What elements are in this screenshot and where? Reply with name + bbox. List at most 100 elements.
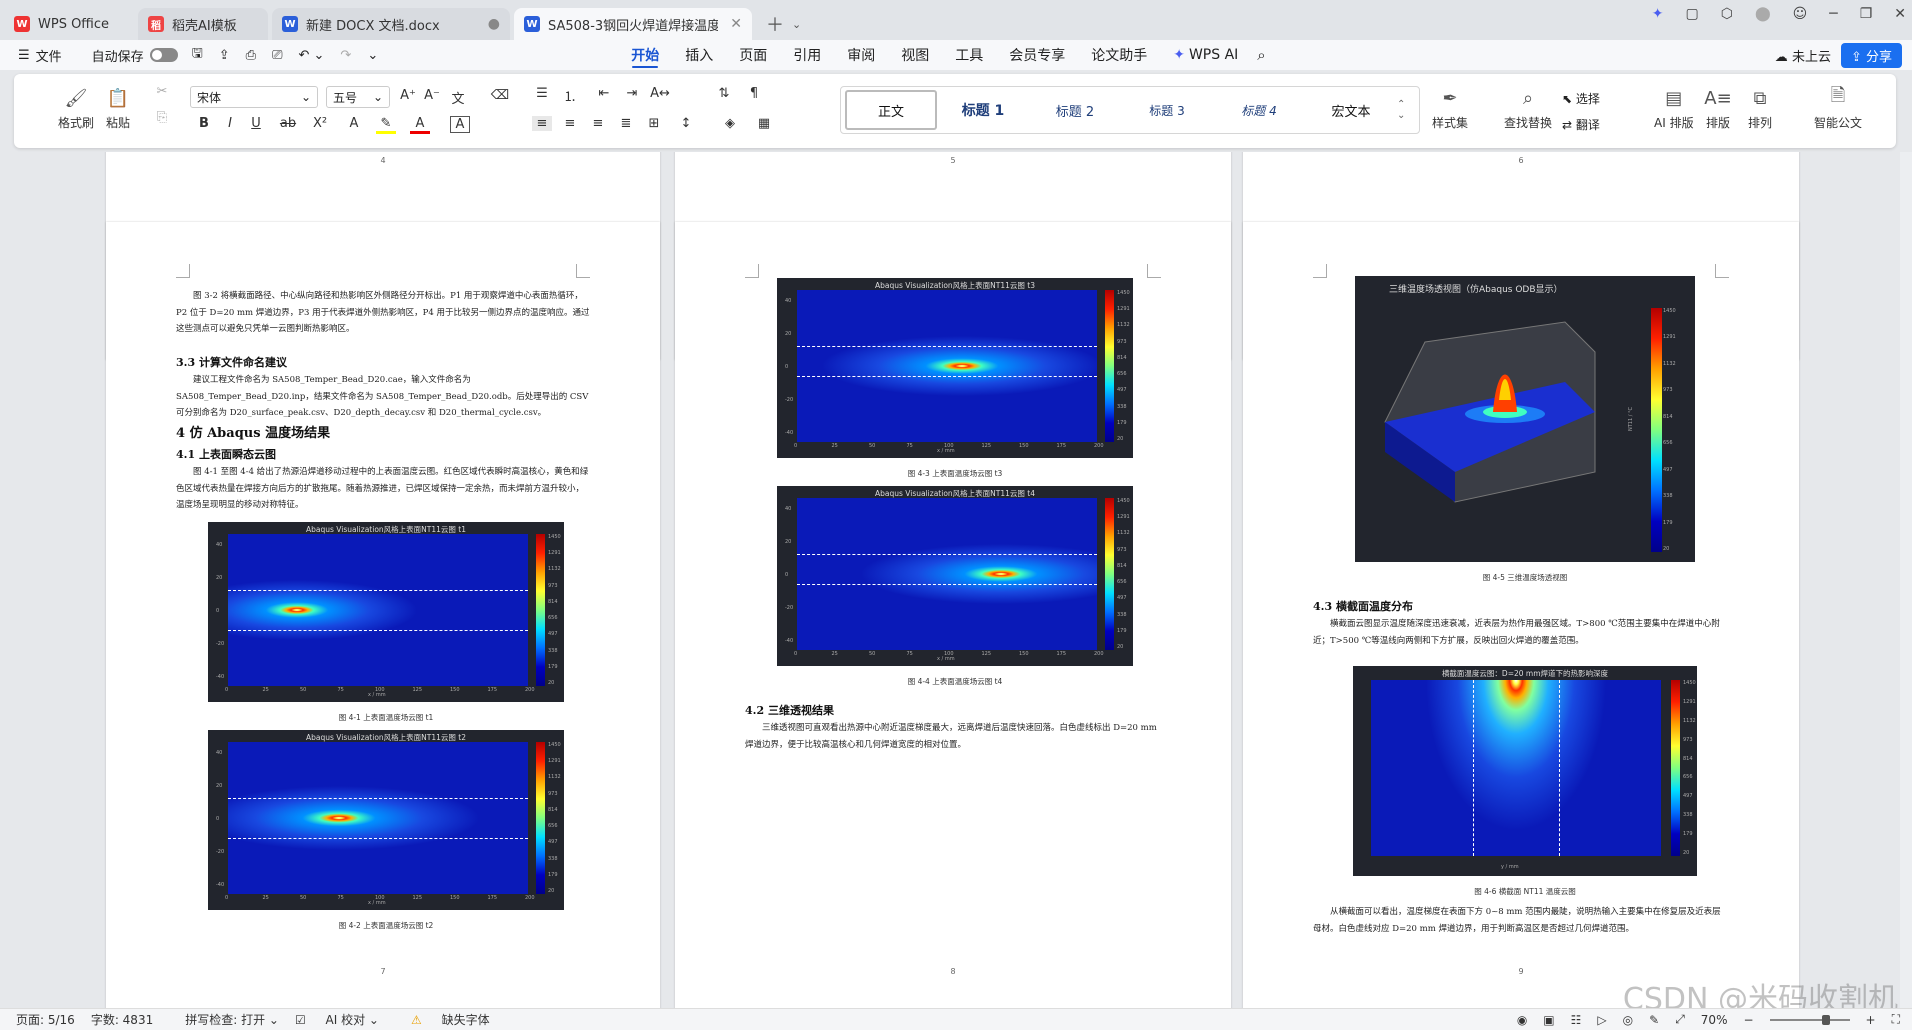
strikethrough-icon[interactable]: ab bbox=[278, 116, 298, 131]
show-marks-icon[interactable]: ¶ bbox=[744, 86, 764, 101]
layout-button[interactable]: A≡ 排版 bbox=[1704, 86, 1731, 131]
missing-font[interactable]: ⚠ 缺失字体 bbox=[395, 1011, 490, 1028]
paste-button[interactable]: 📋 粘贴 bbox=[106, 86, 130, 131]
close-icon[interactable]: ✕ bbox=[1894, 6, 1906, 22]
align-left-icon[interactable]: ≡ bbox=[532, 116, 552, 131]
tab-page[interactable]: 页面 bbox=[726, 40, 780, 70]
style-heading1[interactable]: 标题 1 bbox=[937, 90, 1029, 130]
tab-review[interactable]: 审阅 bbox=[834, 40, 888, 70]
new-tab-button[interactable]: ＋ ⌄ bbox=[756, 8, 811, 40]
zoom-slider[interactable] bbox=[1769, 1014, 1850, 1025]
minimize-icon[interactable]: ─ bbox=[1829, 6, 1837, 22]
superscript-icon[interactable]: X² bbox=[310, 116, 330, 131]
indent-icon[interactable]: ⇥ bbox=[622, 86, 642, 101]
cloud-status[interactable]: ☁ 未上云 bbox=[1775, 46, 1831, 65]
fit-icon[interactable]: ⤢ bbox=[1675, 1012, 1685, 1027]
cube-icon[interactable]: ⬡ bbox=[1721, 6, 1733, 22]
ai-layout-button[interactable]: ▤ AI 排版 bbox=[1654, 86, 1694, 131]
autosave-toggle[interactable] bbox=[149, 48, 178, 62]
tab-tools[interactable]: 工具 bbox=[942, 40, 996, 70]
tab-paper-assistant[interactable]: 论文助手 bbox=[1078, 40, 1160, 70]
copy-icon[interactable]: ⎘ bbox=[152, 110, 172, 125]
settings-icon[interactable]: ⬤ bbox=[1755, 6, 1771, 22]
hamburger-menu-icon[interactable]: ☰ bbox=[18, 48, 30, 63]
font-size-select[interactable]: 五号 ⌄ bbox=[326, 86, 390, 108]
style-set-button[interactable]: ✒ 样式集 bbox=[1432, 86, 1468, 131]
style-normal[interactable]: 正文 bbox=[845, 90, 937, 130]
play-icon[interactable]: ▷ bbox=[1597, 1013, 1606, 1027]
cut-icon[interactable]: ✂ bbox=[152, 84, 172, 99]
style-heading3[interactable]: 标题 3 bbox=[1121, 90, 1213, 130]
pinyin-icon[interactable]: 文 bbox=[448, 88, 468, 107]
tab-sa508-doc[interactable]: W SA508-3钢回火焊道焊接温度 ✕ bbox=[514, 8, 752, 40]
tab-wps-ai[interactable]: ✦ WPS AI bbox=[1160, 40, 1251, 70]
close-tab-icon[interactable]: ● bbox=[488, 16, 500, 32]
text-effect-icon[interactable]: A bbox=[344, 116, 364, 131]
shrink-font-icon[interactable]: A⁻ bbox=[422, 88, 442, 103]
avatar[interactable]: ☺ bbox=[1793, 6, 1808, 22]
bullet-list-icon[interactable]: ☰ bbox=[532, 86, 552, 101]
page-indicator[interactable]: 页面: 5/16 bbox=[16, 1011, 75, 1028]
ai-proofread[interactable]: ☑ AI 校对 ⌄ bbox=[295, 1011, 379, 1028]
shading-icon[interactable]: ◈ bbox=[720, 116, 740, 131]
spell-check[interactable]: 拼写检查: 打开 ⌄ bbox=[169, 1011, 279, 1028]
numbered-list-icon[interactable]: ⒈ bbox=[560, 86, 580, 105]
tab-member[interactable]: 会员专享 bbox=[996, 40, 1078, 70]
word-count[interactable]: 字数: 4831 bbox=[91, 1011, 153, 1028]
underline-icon[interactable]: U bbox=[246, 116, 266, 131]
wps-ai-icon[interactable]: ✦ bbox=[1652, 6, 1664, 22]
file-menu[interactable]: 文件 bbox=[36, 46, 62, 65]
fullscreen-icon[interactable]: ⛶ bbox=[1892, 1012, 1900, 1027]
translate-button[interactable]: ⇄ 翻译 bbox=[1562, 116, 1600, 133]
gallery-scroll-icon[interactable]: ⌃ ⌄ bbox=[1397, 99, 1405, 121]
restore-icon[interactable]: ❐ bbox=[1860, 6, 1873, 22]
bold-icon[interactable]: B bbox=[194, 116, 214, 131]
format-brush-button[interactable]: 🖌 格式刷 bbox=[58, 86, 94, 131]
zoom-out-icon[interactable]: − bbox=[1743, 1013, 1753, 1027]
web-view-icon[interactable]: ◎ bbox=[1623, 1013, 1633, 1027]
smart-doc-button[interactable]: 🗎 智能公文 bbox=[1814, 85, 1862, 131]
distribute-icon[interactable]: ⊞ bbox=[644, 116, 664, 131]
outline-view-icon[interactable]: ☷ bbox=[1571, 1013, 1582, 1027]
undo-icon[interactable]: ↶ ⌄ bbox=[298, 48, 324, 63]
justify-icon[interactable]: ≣ bbox=[616, 116, 636, 131]
style-heading2[interactable]: 标题 2 bbox=[1029, 90, 1121, 130]
zoom-level[interactable]: 70% bbox=[1701, 1013, 1728, 1027]
tab-wps-office[interactable]: W WPS Office bbox=[4, 8, 134, 40]
pen-icon[interactable]: ✎ bbox=[1649, 1013, 1659, 1027]
close-tab-icon[interactable]: ✕ bbox=[730, 16, 742, 32]
align-center-icon[interactable]: ≡ bbox=[560, 116, 580, 131]
redo-icon[interactable]: ↷ bbox=[340, 48, 351, 63]
clear-format-icon[interactable]: ⌫ bbox=[490, 88, 510, 103]
tab-references[interactable]: 引用 bbox=[780, 40, 834, 70]
grow-font-icon[interactable]: A⁺ bbox=[398, 88, 418, 103]
print-icon[interactable]: ⎙ bbox=[246, 48, 256, 63]
more-icon[interactable]: ⌄ bbox=[367, 48, 378, 63]
char-border-icon[interactable]: A bbox=[450, 116, 470, 133]
arrange-button[interactable]: ⧉ 排列 bbox=[1748, 86, 1772, 131]
highlight-icon[interactable]: ✎ bbox=[376, 116, 396, 134]
export-icon[interactable]: ⇪ bbox=[219, 48, 230, 63]
document-canvas[interactable]: 4 5 6 图 3-2 将横截面路径、中心纵向路径和热影响区外侧路径分开标出。P… bbox=[0, 152, 1900, 1008]
vertical-scrollbar[interactable] bbox=[1900, 152, 1912, 1008]
tab-new-docx[interactable]: W 新建 DOCX 文档.docx ● bbox=[272, 8, 510, 40]
select-button[interactable]: ⬉ 选择 bbox=[1562, 90, 1600, 107]
tab-insert[interactable]: 插入 bbox=[672, 40, 726, 70]
save-icon[interactable]: 🖫 bbox=[192, 44, 203, 66]
share-button[interactable]: ⇪ 分享 bbox=[1840, 42, 1902, 68]
line-spacing-icon[interactable]: ↕ bbox=[676, 116, 696, 131]
italic-icon[interactable]: I bbox=[220, 116, 240, 131]
layout-icon[interactable]: ▢ bbox=[1686, 6, 1699, 22]
preview-icon[interactable]: ⎚ bbox=[272, 48, 282, 63]
style-heading4[interactable]: 标题 4 bbox=[1213, 90, 1305, 130]
zoom-in-icon[interactable]: + bbox=[1866, 1013, 1876, 1027]
border-icon[interactable]: ▦ bbox=[754, 116, 774, 131]
style-macro-text[interactable]: 宏文本 bbox=[1305, 90, 1397, 130]
align-right-icon[interactable]: ≡ bbox=[588, 116, 608, 131]
page-view-icon[interactable]: ▣ bbox=[1543, 1013, 1554, 1027]
font-color-icon[interactable]: A bbox=[410, 116, 430, 134]
search-icon[interactable]: ⌕ bbox=[1257, 46, 1265, 64]
char-spacing-icon[interactable]: A↔ bbox=[650, 86, 670, 101]
tab-view[interactable]: 视图 bbox=[888, 40, 942, 70]
font-family-select[interactable]: 宋体 ⌄ bbox=[190, 86, 318, 108]
